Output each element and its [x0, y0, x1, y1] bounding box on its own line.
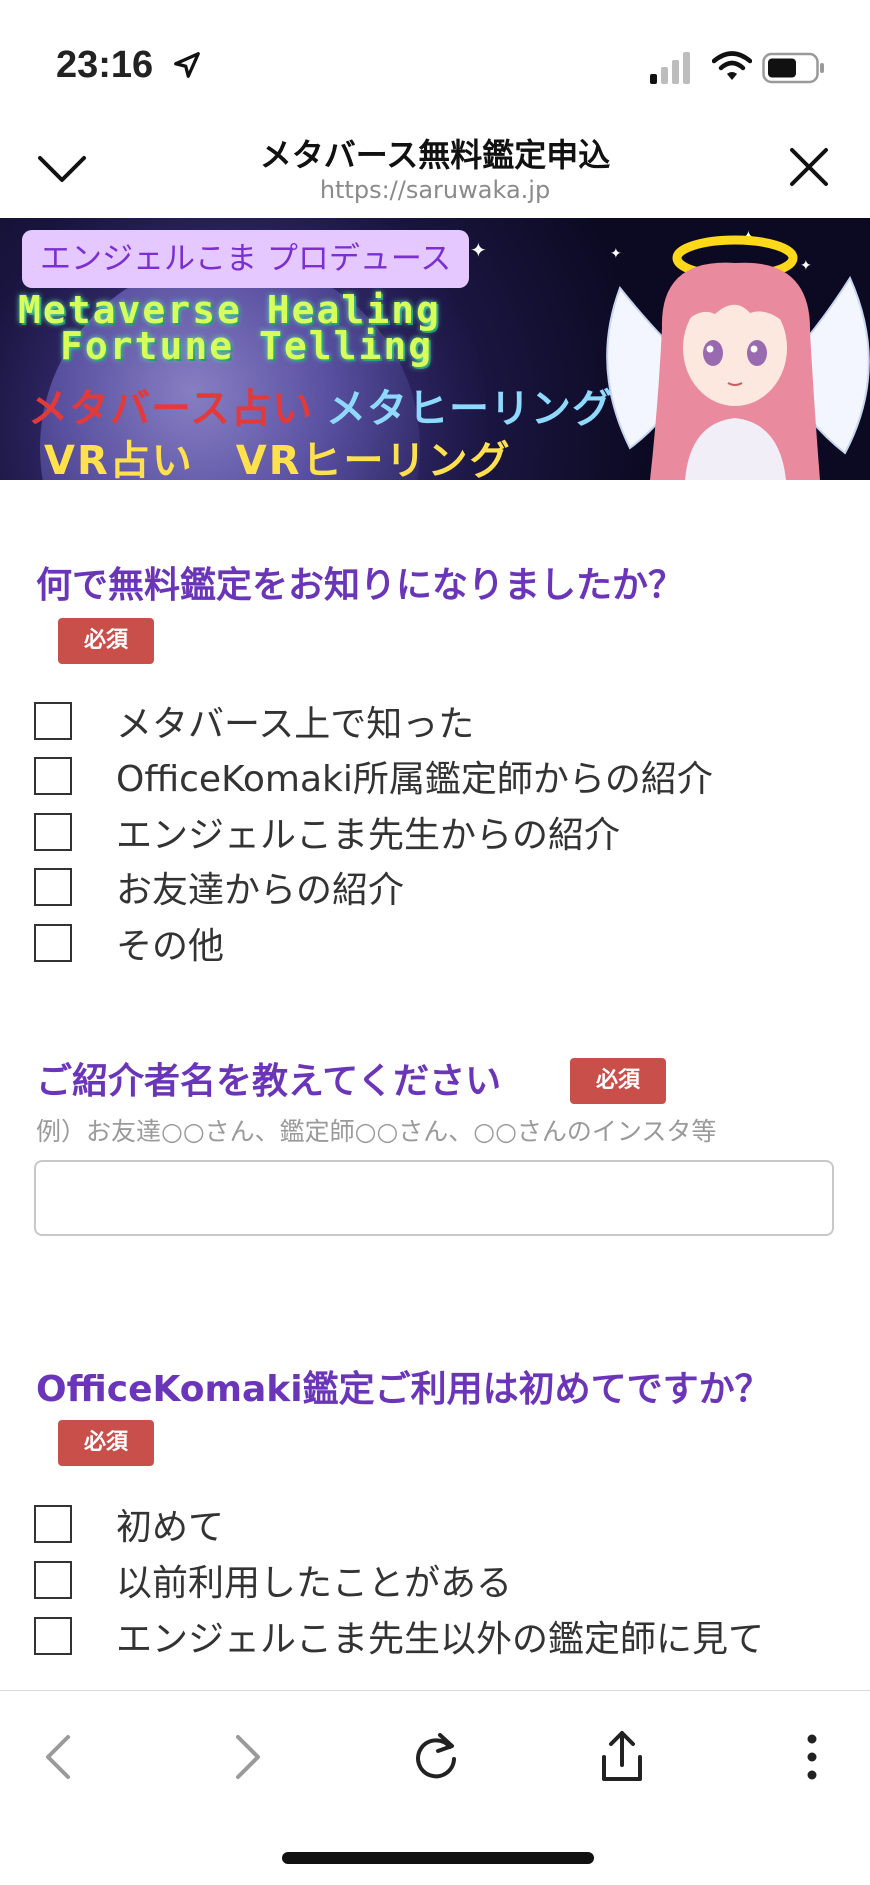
checkbox-option-metaverse[interactable]: メタバース上で知った: [34, 697, 474, 745]
star-icon: ✦: [470, 238, 487, 262]
required-badge: 必須: [58, 618, 154, 664]
share-icon[interactable]: [592, 1727, 652, 1787]
banner-jp-line2: VR占い VRヒーリング: [44, 438, 512, 480]
page-url: https://saruwaka.jp: [319, 176, 551, 204]
checkbox-label: エンジェルこま先生以外の鑑定師に見て: [116, 1619, 765, 1660]
status-time: 23:16: [56, 44, 154, 86]
referrer-name-input[interactable]: [34, 1160, 834, 1236]
browser-header: メタバース無料鑑定申込 https://saruwaka.jp: [0, 120, 870, 218]
checkbox[interactable]: [34, 1505, 72, 1543]
banner-jp-line1a: メタバース占い: [28, 386, 313, 432]
home-indicator: [282, 1852, 594, 1864]
checkbox-label: OfficeKomaki所属鑑定師からの紹介: [116, 759, 713, 800]
checkbox-option-used-before[interactable]: 以前利用したことがある: [34, 1556, 512, 1604]
page-title: メタバース無料鑑定申込: [259, 136, 611, 174]
location-arrow-icon: [174, 52, 200, 78]
battery-icon: [762, 52, 824, 84]
question-2-title: ご紹介者名を教えてください: [36, 1061, 502, 1102]
checkbox[interactable]: [34, 702, 72, 740]
checkbox[interactable]: [34, 757, 72, 795]
hero-banner: ✦ ✦ ✦ ✦ エンジェルこま プロデュース Metaverse Healing…: [0, 218, 870, 480]
checkbox[interactable]: [34, 924, 72, 962]
banner-english-line2: Fortune Telling: [60, 324, 434, 368]
cellular-signal-icon: [650, 52, 690, 84]
checkbox-label: メタバース上で知った: [116, 704, 475, 745]
back-icon[interactable]: [30, 1727, 90, 1787]
checkbox-option-first-time[interactable]: 初めて: [34, 1500, 224, 1548]
banner-producer-label: エンジェルこま プロデュース: [22, 230, 470, 288]
checkbox-label: 以前利用したことがある: [116, 1563, 513, 1604]
more-icon[interactable]: [782, 1727, 842, 1787]
angel-character-illustration: [606, 235, 870, 480]
required-badge: 必須: [570, 1058, 666, 1104]
checkbox-label: 初めて: [116, 1507, 225, 1548]
forward-icon[interactable]: [216, 1727, 276, 1787]
checkbox-option-other[interactable]: その他: [34, 919, 224, 967]
required-badge: 必須: [58, 1420, 154, 1466]
status-bar: 23:16: [0, 0, 870, 120]
close-icon[interactable]: [784, 142, 834, 192]
checkbox[interactable]: [34, 813, 72, 851]
checkbox-option-angel-koma-referral[interactable]: エンジェルこま先生からの紹介: [34, 808, 620, 856]
question-1-title: 何で無料鑑定をお知りになりましたか？: [36, 565, 685, 606]
checkbox[interactable]: [34, 1561, 72, 1599]
checkbox[interactable]: [34, 1617, 72, 1655]
wifi-icon: [712, 51, 752, 80]
question-3-title: OfficeKomaki鑑定ご利用は初めてですか？: [36, 1369, 771, 1410]
checkbox-label: お友達からの紹介: [116, 870, 405, 911]
checkbox-option-officekomaki-referral[interactable]: OfficeKomaki所属鑑定師からの紹介: [34, 752, 713, 800]
checkbox-option-friend-referral[interactable]: お友達からの紹介: [34, 863, 404, 911]
checkbox-option-other-reader[interactable]: エンジェルこま先生以外の鑑定師に見て: [34, 1612, 764, 1660]
checkbox-label: エンジェルこま先生からの紹介: [116, 815, 621, 856]
referrer-hint: 例）お友達○○さん、鑑定師○○さん、○○さんのインスタ等: [36, 1117, 717, 1146]
banner-jp-line1b: メタヒーリング: [326, 386, 613, 432]
reload-icon[interactable]: [406, 1727, 466, 1787]
checkbox-label: その他: [116, 926, 225, 967]
checkbox[interactable]: [34, 868, 72, 906]
